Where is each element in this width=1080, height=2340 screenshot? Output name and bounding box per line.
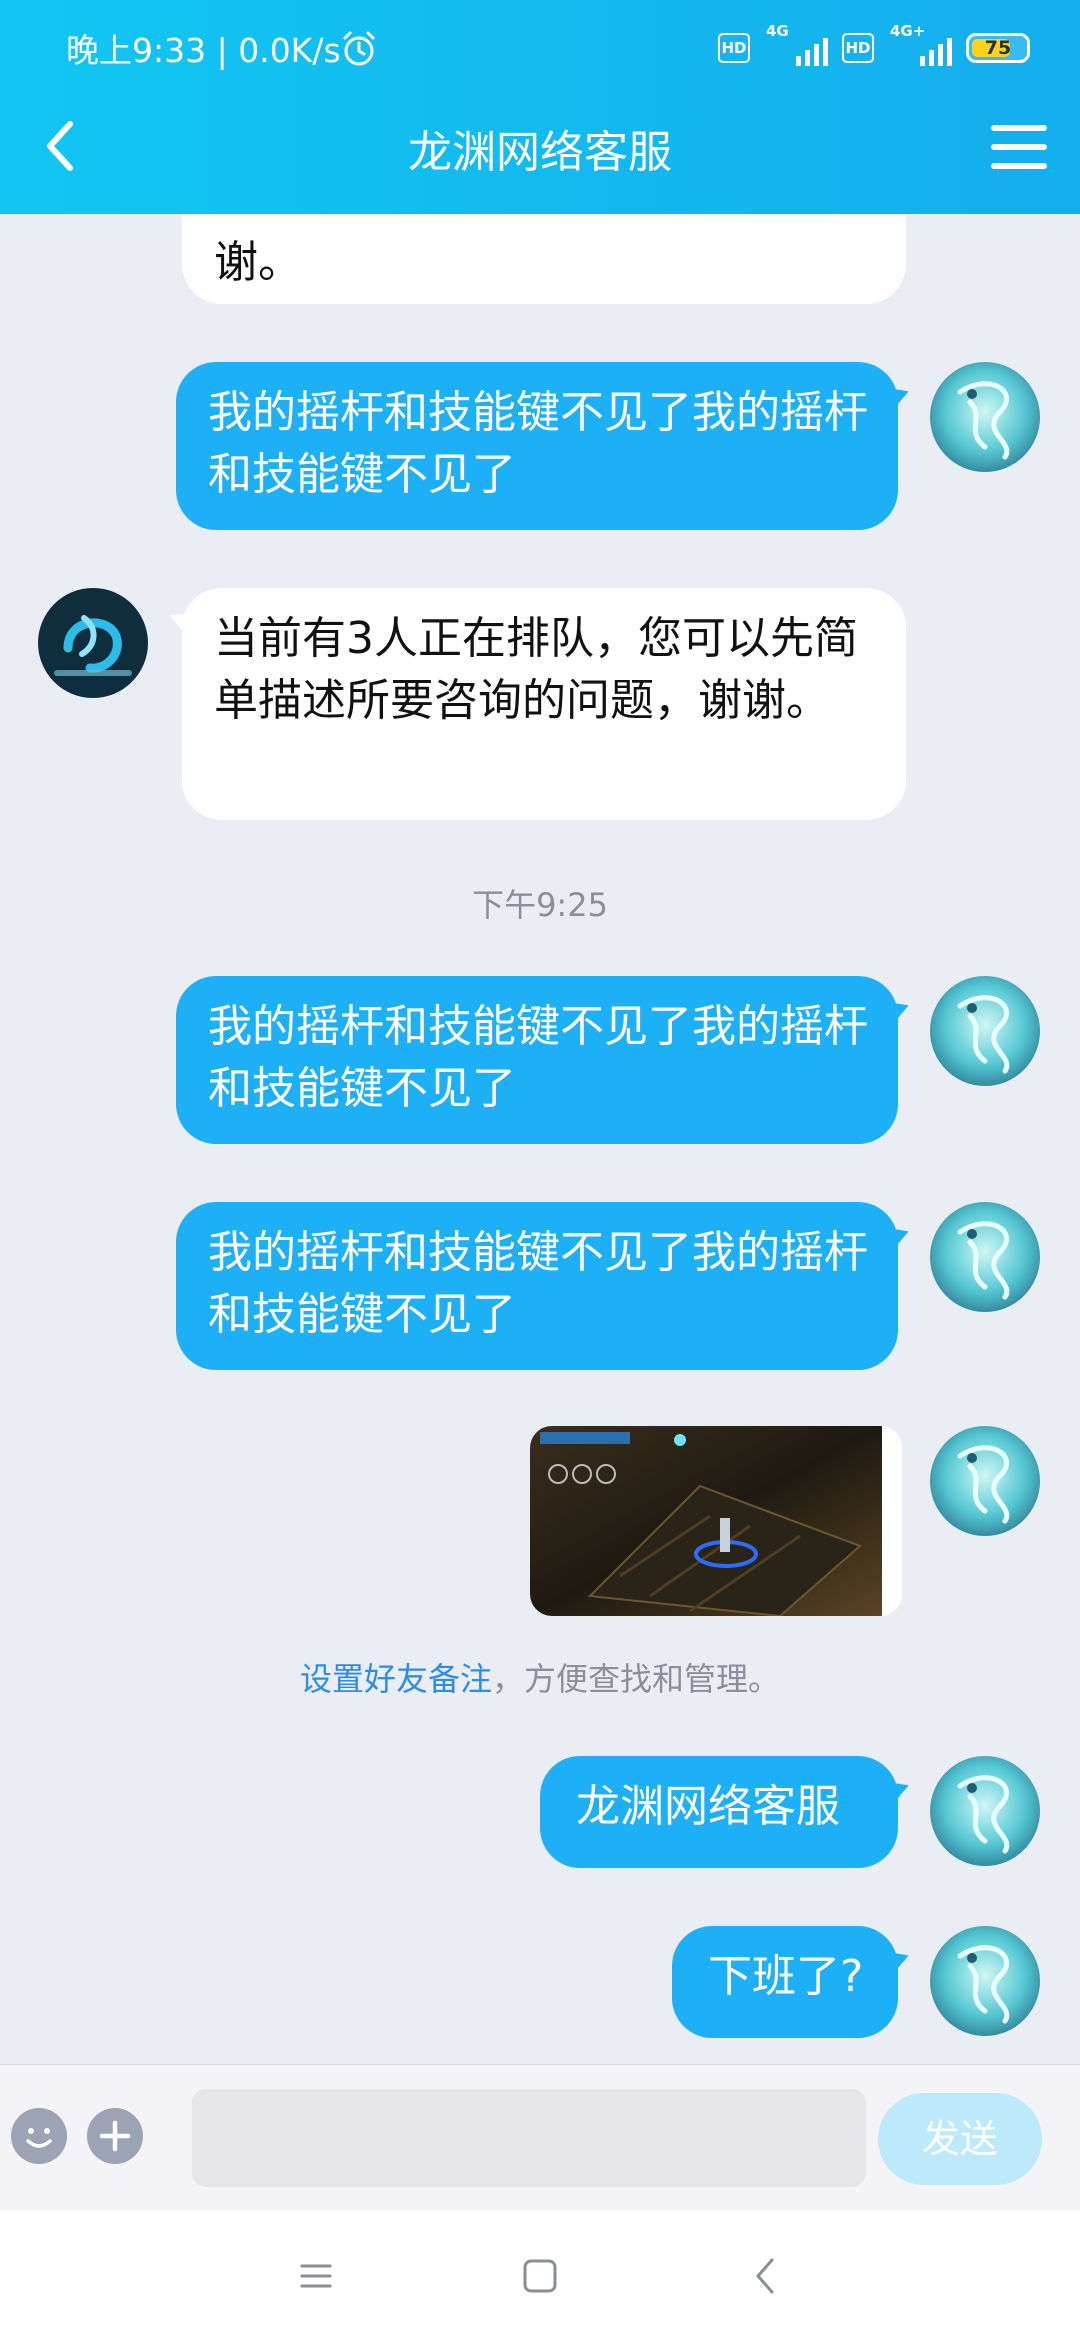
- alarm-icon: [343, 31, 375, 66]
- outgoing-message-bubble[interactable]: 下班了?: [672, 1926, 898, 2038]
- message-input[interactable]: [192, 2089, 866, 2187]
- recents-icon[interactable]: [290, 2250, 342, 2302]
- incoming-message-bubble[interactable]: 谢。: [182, 214, 906, 304]
- hd-badge-2: HD: [842, 33, 874, 63]
- game-screenshot-thumbnail: [530, 1426, 902, 1616]
- set-remark-link[interactable]: 设置好友备注: [300, 1660, 492, 1698]
- message-text: 当前有3人正在排队，您可以先简单描述所要咨询的问题，谢谢。: [214, 613, 858, 726]
- message-list[interactable]: 谢。 我的摇杆和技能键不见了我的摇杆和技能键不见了 当前有3人正在排队，您可以先…: [0, 214, 1080, 2064]
- user-avatar[interactable]: [930, 1756, 1040, 1866]
- message-text: 下班了?: [708, 1951, 864, 2002]
- signal-icon-1: 4G: [764, 22, 828, 68]
- service-avatar[interactable]: [38, 588, 148, 698]
- user-avatar[interactable]: [930, 1926, 1040, 2036]
- friend-remark-tip: 设置好友备注，方便查找和管理。: [0, 1654, 1080, 1700]
- hd-badge-1: HD: [718, 33, 750, 63]
- outgoing-message-bubble[interactable]: 龙渊网络客服: [540, 1756, 898, 1868]
- user-avatar[interactable]: [930, 1426, 1040, 1536]
- chat-header: 晚上9:33 | 0.0K/s HD 4G HD 4G+ 75 龙渊网络客服: [0, 0, 1080, 214]
- send-button[interactable]: 发送: [878, 2093, 1042, 2185]
- outgoing-message-bubble[interactable]: 我的摇杆和技能键不见了我的摇杆和技能键不见了: [176, 362, 898, 530]
- message-text: 我的摇杆和技能键不见了我的摇杆和技能键不见了: [208, 387, 868, 500]
- battery-level: 75: [984, 37, 1012, 59]
- input-bar: 发送: [0, 2064, 1080, 2210]
- message-timestamp: 下午9:25: [472, 886, 608, 924]
- outgoing-message-bubble[interactable]: 我的摇杆和技能键不见了我的摇杆和技能键不见了: [176, 1202, 898, 1370]
- back-icon[interactable]: [740, 2250, 792, 2302]
- smiley-icon[interactable]: [10, 2107, 68, 2165]
- image-message[interactable]: [530, 1426, 902, 1616]
- message-text: 龙渊网络客服: [576, 1781, 840, 1832]
- user-avatar[interactable]: [930, 362, 1040, 472]
- outgoing-message-bubble[interactable]: 我的摇杆和技能键不见了我的摇杆和技能键不见了: [176, 976, 898, 1144]
- chat-title: 龙渊网络客服: [408, 127, 672, 178]
- message-text: 我的摇杆和技能键不见了我的摇杆和技能键不见了: [208, 1001, 868, 1114]
- system-nav-bar: [0, 2210, 1080, 2340]
- message-text: 谢。: [214, 237, 302, 288]
- signal-icon-2: 4G+: [888, 22, 952, 68]
- tip-text: ，方便查找和管理。: [492, 1660, 781, 1698]
- plus-icon[interactable]: [86, 2107, 144, 2165]
- user-avatar[interactable]: [930, 976, 1040, 1086]
- message-text: 我的摇杆和技能键不见了我的摇杆和技能键不见了: [208, 1227, 868, 1340]
- network-type-1: 4G: [766, 22, 789, 40]
- status-bar: 晚上9:33 | 0.0K/s HD 4G HD 4G+ 75: [0, 0, 1080, 96]
- status-time: 晚上9:33 | 0.0K/s: [66, 31, 341, 70]
- incoming-message-bubble[interactable]: 当前有3人正在排队，您可以先简单描述所要咨询的问题，谢谢。: [182, 588, 906, 820]
- menu-button[interactable]: [984, 112, 1054, 182]
- home-icon[interactable]: [514, 2250, 566, 2302]
- battery-icon: 75: [966, 33, 1030, 63]
- user-avatar[interactable]: [930, 1202, 1040, 1312]
